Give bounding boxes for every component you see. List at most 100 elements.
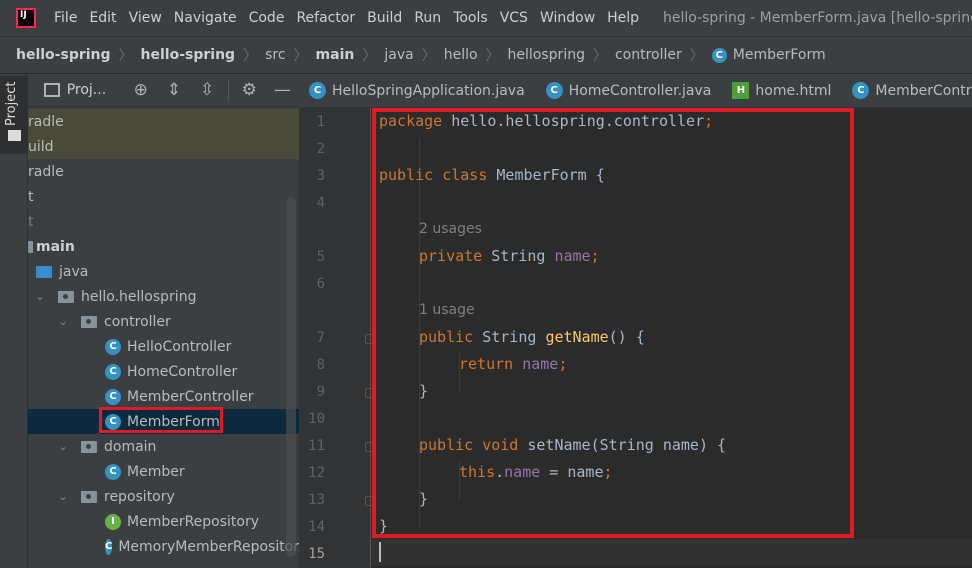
locate-file-icon[interactable]: ⊕ xyxy=(124,80,157,100)
folder-icon xyxy=(8,130,21,141)
tree-item-memberrepository[interactable]: I MemberRepository xyxy=(28,509,299,534)
breadcrumb: hello-spring 〉 hello-spring 〉 src 〉 main… xyxy=(0,36,972,74)
fold-icon[interactable] xyxy=(365,442,375,452)
tab-membercontroller[interactable]: C MemberController xyxy=(842,74,972,108)
menu-bar: File Edit View Navigate Code Refactor Bu… xyxy=(0,0,972,36)
html-file-icon: H xyxy=(732,82,750,99)
fold-icon[interactable] xyxy=(365,388,375,398)
current-line-highlight xyxy=(371,539,972,566)
tree-item-java[interactable]: java xyxy=(28,259,299,284)
tree-item-label: HomeController xyxy=(127,363,238,380)
tree-item-memorymemberrepository[interactable]: C MemoryMemberRepository xyxy=(28,534,299,559)
tree-item-label: MemberForm xyxy=(127,413,220,430)
tree-item-domain[interactable]: ⌄ domain xyxy=(28,434,299,459)
tree-item-memberform[interactable]: C MemberForm xyxy=(28,409,299,434)
chevron-down-icon[interactable]: ⌄ xyxy=(34,290,46,303)
spring-class-icon: C xyxy=(309,82,326,99)
tree-item[interactable]: t xyxy=(28,184,299,209)
tree-item-label: t xyxy=(28,213,34,230)
tree-item[interactable]: radle xyxy=(28,109,299,134)
breadcrumb-item-module[interactable]: hello-spring xyxy=(141,47,236,63)
tab-hellospringapplication[interactable]: C HelloSpringApplication.java xyxy=(299,74,536,108)
usages-hint[interactable]: 2 usages xyxy=(419,221,482,237)
tab-label: home.html xyxy=(755,82,832,99)
tree-item-membercontroller[interactable]: C MemberController xyxy=(28,384,299,409)
editor-gutter: 1 2 3 4 5 6 7 8 9 10 11 12 13 14 15 xyxy=(299,108,375,568)
tree-item-member[interactable]: C Member xyxy=(28,459,299,484)
class-icon: C xyxy=(105,388,121,405)
chevron-down-icon[interactable]: ⌄ xyxy=(57,490,69,503)
class-icon: C xyxy=(105,338,121,355)
code-editor[interactable]: 1 2 3 4 5 6 7 8 9 10 11 12 13 14 15 pack… xyxy=(299,108,972,568)
breadcrumb-item-main[interactable]: main xyxy=(316,47,355,63)
breadcrumb-item-project[interactable]: hello-spring xyxy=(16,47,111,63)
breadcrumb-item-hello[interactable]: hello xyxy=(444,47,478,63)
tree-item-homecontroller[interactable]: C HomeController xyxy=(28,359,299,384)
code-line-7: public String getName() { xyxy=(419,328,645,346)
menu-refactor[interactable]: Refactor xyxy=(296,10,355,26)
breadcrumb-item-java[interactable]: java xyxy=(384,47,413,63)
fold-icon[interactable] xyxy=(365,334,375,344)
menu-window[interactable]: Window xyxy=(540,10,595,26)
chevron-right-icon: 〉 xyxy=(293,48,308,64)
minimize-icon[interactable]: — xyxy=(266,80,299,100)
tree-item-main[interactable]: main xyxy=(28,234,299,259)
menu-help[interactable]: Help xyxy=(607,10,639,26)
collapse-all-icon[interactable]: ⇳ xyxy=(191,80,224,100)
package-icon xyxy=(81,315,97,328)
tree-item[interactable]: uild xyxy=(28,134,299,159)
tree-item-label: t xyxy=(28,188,34,205)
chevron-right-icon: 〉 xyxy=(421,48,436,64)
tree-item-label: java xyxy=(59,263,89,280)
code-line-3: public class MemberForm { xyxy=(379,166,605,184)
menu-navigate[interactable]: Navigate xyxy=(174,10,237,26)
tree-item[interactable]: t xyxy=(28,209,299,234)
tree-item-repository[interactable]: ⌄ repository xyxy=(28,484,299,509)
gear-icon[interactable]: ⚙ xyxy=(233,80,266,100)
header-divider xyxy=(227,80,229,100)
breadcrumb-item-controller[interactable]: controller xyxy=(615,47,682,63)
tab-home-html[interactable]: Hhome.html xyxy=(722,74,842,108)
code-line-9: } xyxy=(419,382,429,400)
tree-item-label: hello.hellospring xyxy=(81,288,197,305)
tree-item-controller[interactable]: ⌄ controller xyxy=(28,309,299,334)
tree-item-label: MemberRepository xyxy=(127,513,260,530)
tab-homecontroller[interactable]: C HomeController.java xyxy=(536,74,723,108)
menu-run[interactable]: Run xyxy=(414,10,441,26)
line-number: 7 xyxy=(316,330,325,346)
line-number: 4 xyxy=(316,195,325,211)
menu-edit[interactable]: Edit xyxy=(89,10,116,26)
breadcrumb-item-memberform[interactable]: MemberForm xyxy=(733,47,826,63)
chevron-right-icon: 〉 xyxy=(592,48,607,64)
tree-item[interactable]: radle xyxy=(28,159,299,184)
chevron-down-icon[interactable]: ⌄ xyxy=(57,315,69,328)
line-number: 6 xyxy=(316,276,325,292)
fold-icon[interactable] xyxy=(365,496,375,506)
chevron-down-icon[interactable]: ⌄ xyxy=(57,440,69,453)
chevron-right-icon: 〉 xyxy=(118,48,133,64)
menu-tools[interactable]: Tools xyxy=(453,10,488,26)
class-icon: C xyxy=(105,363,121,380)
line-number: 10 xyxy=(308,411,325,427)
tree-item-label: controller xyxy=(104,313,171,330)
tree-item-label: uild xyxy=(28,138,54,155)
tree-item-label: HelloController xyxy=(127,338,232,355)
menu-view[interactable]: View xyxy=(129,10,162,26)
breadcrumb-item-hellospring[interactable]: hellospring xyxy=(508,47,585,63)
tree-scrollbar[interactable] xyxy=(286,197,296,557)
menu-code[interactable]: Code xyxy=(249,10,285,26)
code-line-1: package hello.hellospring.controller; xyxy=(379,112,714,130)
source-folder-icon xyxy=(36,265,52,278)
breadcrumb-item-src[interactable]: src xyxy=(265,47,285,63)
expand-all-icon[interactable]: ⇕ xyxy=(157,80,190,100)
menu-vcs[interactable]: VCS xyxy=(500,10,528,26)
tree-item-hellocontroller[interactable]: C HelloController xyxy=(28,334,299,359)
project-panel-title[interactable]: Proj... xyxy=(67,82,106,98)
usages-hint[interactable]: 1 usage xyxy=(419,302,475,318)
menu-build[interactable]: Build xyxy=(367,10,402,26)
menu-file[interactable]: File xyxy=(54,10,77,26)
tree-item-hello-hellospring[interactable]: ⌄ hello.hellospring xyxy=(28,284,299,309)
project-tree: radle uild radle t t main java ⌄ hello.he… xyxy=(28,107,299,568)
chevron-right-icon: 〉 xyxy=(243,48,258,64)
project-panel: Proj... ⊕ ⇕ ⇳ ⚙ — radle uild radle t t m… xyxy=(28,74,299,568)
